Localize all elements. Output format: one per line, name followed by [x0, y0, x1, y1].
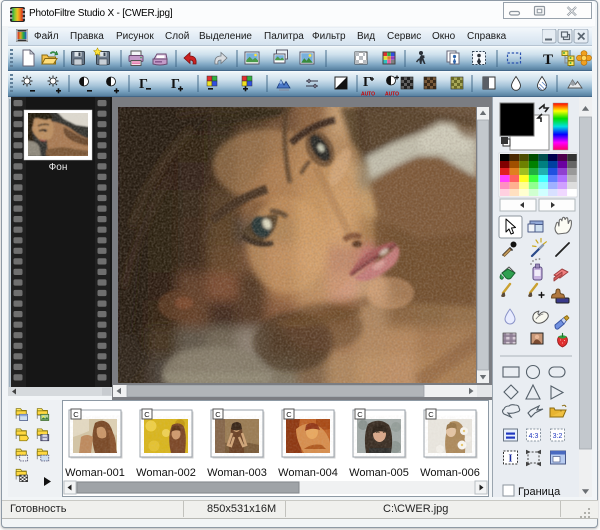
svg-text:Woman-005: Woman-005 [349, 467, 409, 479]
svg-text:T: T [543, 52, 553, 68]
svg-text:Γ: Γ [139, 77, 148, 92]
svg-text:C: C [428, 410, 434, 419]
svg-text:C: C [357, 410, 363, 419]
svg-text:Граница: Граница [518, 486, 561, 497]
svg-text:Woman-006: Woman-006 [420, 467, 480, 479]
svg-text:Γ: Γ [171, 77, 180, 92]
svg-text:C: C [144, 410, 150, 419]
svg-text:Woman-003: Woman-003 [207, 467, 267, 479]
svg-text:4:3: 4:3 [529, 433, 539, 440]
svg-text:Фон: Фон [49, 162, 68, 173]
svg-text:Woman-001: Woman-001 [65, 467, 125, 479]
svg-text:C: C [215, 410, 221, 419]
svg-text:Woman-004: Woman-004 [278, 467, 338, 479]
svg-text:Woman-002: Woman-002 [136, 467, 196, 479]
svg-text:3:2: 3:2 [553, 433, 563, 440]
svg-text:C: C [286, 410, 292, 419]
svg-text:I: I [509, 454, 513, 465]
svg-text:Γ: Γ [363, 75, 372, 90]
svg-text:C: C [73, 410, 79, 419]
